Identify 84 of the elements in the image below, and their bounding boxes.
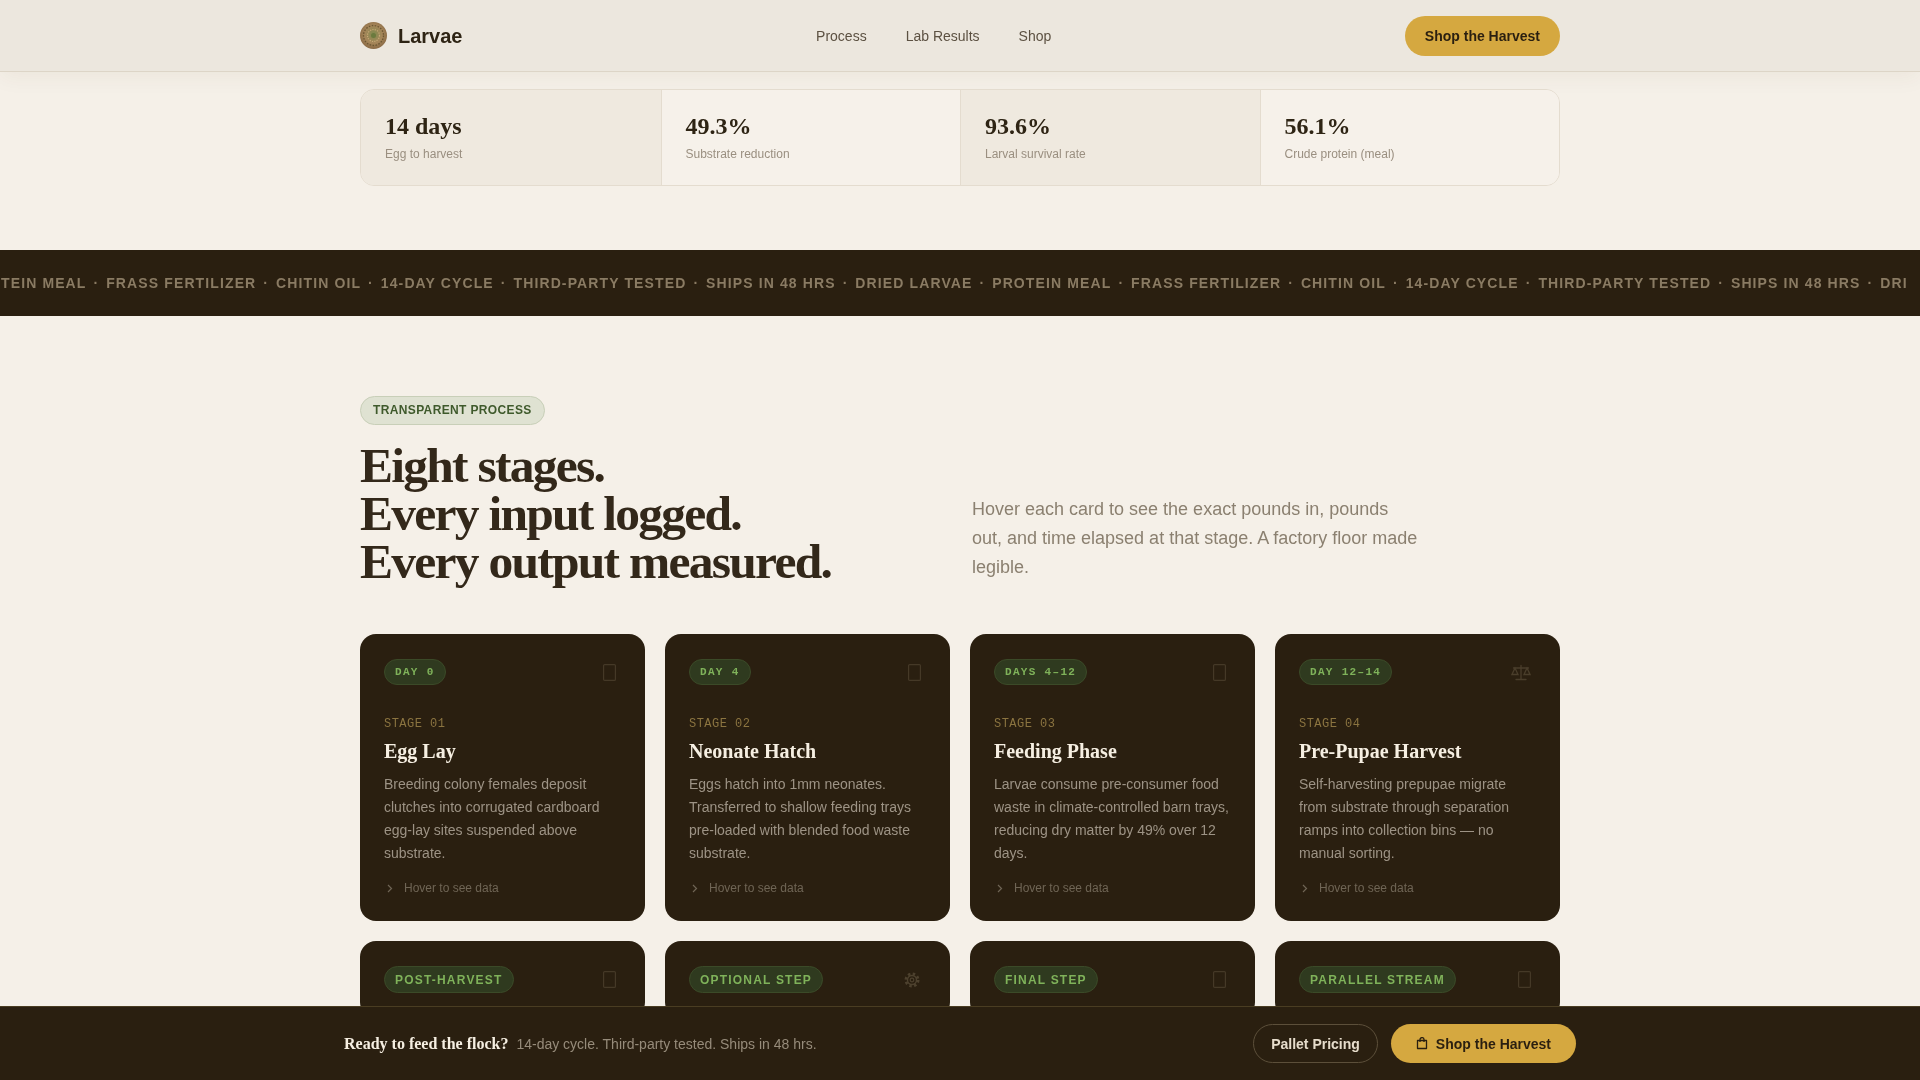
ticker-item: DRIED LARVAE: [855, 275, 973, 291]
gear-icon: [903, 970, 921, 989]
nav-link[interactable]: Lab Results: [905, 28, 980, 43]
ticker-separator: ·: [1288, 275, 1293, 291]
stat-label: Crude protein (meal): [1284, 147, 1396, 162]
stage-description: Self-harvesting prepupae migrate from substrate through separation ramps into collection bins — no manual sorting.: [1299, 775, 1511, 863]
stage-title: Feeding Phase: [994, 739, 1118, 763]
stage-description: Breeding colony females deposit clutches into corrugated cardboard egg-lay sites suspended above substrate.: [384, 775, 601, 863]
nav-link[interactable]: Shop: [1018, 28, 1052, 43]
stage-number: STAGE 04: [1299, 717, 1362, 732]
hover-hint: Hover to see data: [404, 881, 499, 896]
shop-button[interactable]: Shop the Harvest: [1404, 15, 1560, 56]
stage-tag: DAYS 4–12: [994, 659, 1088, 685]
brand-name[interactable]: Larvae: [398, 25, 463, 46]
ticker-item: SHIPS IN 48 HRS: [1730, 275, 1861, 291]
logo-icon: [360, 22, 387, 49]
ticker-separator: ·: [693, 275, 699, 291]
ticker-item: TEIN MEAL: [1, 275, 87, 291]
stage-tag: DAY 4: [689, 659, 751, 685]
ticker-separator: ·: [500, 275, 506, 291]
shopping-bag-icon: [1415, 1037, 1428, 1050]
cta-text: 14-day cycle. Third-party tested. Ships in 48 hrs.: [516, 1034, 817, 1054]
stage-title: Pre-Pupae Harvest: [1299, 739, 1463, 763]
ticker-item: 14-DAY CYCLE: [380, 275, 494, 291]
ticker-separator: ·: [1718, 275, 1723, 291]
cta-title: Ready to feed the flock?: [344, 1033, 509, 1055]
ticker-item: CHITIN OIL: [1300, 275, 1386, 291]
stat-label: Egg to harvest: [385, 147, 464, 162]
stage-tag: FINAL STEP: [994, 966, 1098, 993]
chevron-right-icon: [997, 884, 1003, 893]
ticker-separator: ·: [1867, 275, 1873, 291]
stat-value: 14 days: [385, 112, 463, 141]
stage-number: STAGE 03: [994, 717, 1057, 732]
section-tag: TRANSPARENT PROCESS: [360, 396, 545, 425]
rectangle-outline-icon: [1213, 971, 1226, 988]
stage-description: Eggs hatch into 1mm neonates. Transferred to shallow feeding trays pre-loaded with blended food waste substrate.: [689, 775, 913, 863]
ticker-item: DRI: [1880, 275, 1908, 291]
rectangle-outline-icon: [1518, 971, 1531, 988]
ticker-separator: ·: [979, 275, 985, 291]
chevron-right-icon: [1302, 884, 1308, 893]
ticker-separator: ·: [263, 275, 268, 291]
ticker-separator: ·: [93, 275, 99, 291]
stage-title: Neonate Hatch: [689, 739, 818, 763]
stage-number: STAGE 02: [689, 717, 752, 732]
rectangle-outline-icon: [603, 663, 616, 681]
stage-title: Egg Lay: [384, 739, 457, 763]
ticker-item: FRASS FERTILIZER: [106, 275, 257, 291]
ticker-item: PROTEIN MEAL: [992, 275, 1112, 291]
stage-tag: DAY 0: [384, 659, 446, 685]
ticker-item: FRASS FERTILIZER: [1131, 275, 1282, 291]
rectangle-outline-icon: [908, 663, 921, 681]
stage-number: STAGE 01: [384, 717, 447, 732]
section-intro: Hover each card to see the exact pounds in, pounds out, and time elapsed at that stage. A factory floor made legible.: [972, 498, 1419, 579]
stage-tag: PARALLEL STREAM: [1299, 966, 1456, 993]
chevron-right-icon: [387, 884, 393, 893]
ticker-item: SHIPS IN 48 HRS: [706, 275, 836, 291]
stage-tag: POST-HARVEST: [384, 966, 514, 993]
section-heading: Eight stages.: [360, 442, 605, 490]
stage-tag: DAY 12–14: [1299, 659, 1393, 685]
stat-value: 56.1%: [1284, 112, 1352, 141]
stage-description: Larvae consume pre-consumer food waste in climate-controlled barn trays, reducing dry matter by 49% over 12 days.: [994, 775, 1230, 863]
stat-value: 93.6%: [985, 112, 1052, 141]
ticker-item: 14-DAY CYCLE: [1405, 275, 1519, 291]
stat-label: Substrate reduction: [685, 147, 791, 162]
ticker-separator: ·: [842, 275, 848, 291]
shop-button[interactable]: Shop the Harvest: [1390, 1024, 1576, 1063]
hover-hint: Hover to see data: [1014, 881, 1109, 896]
ticker-separator: ·: [368, 275, 373, 291]
chevron-right-icon: [692, 884, 698, 893]
stage-tag: OPTIONAL STEP: [689, 966, 824, 993]
hover-hint: Hover to see data: [709, 881, 804, 896]
ticker-item: THIRD-PARTY TESTED: [1538, 275, 1712, 291]
ticker-separator: ·: [1525, 275, 1531, 291]
ticker-item: THIRD-PARTY TESTED: [513, 275, 687, 291]
ticker-separator: ·: [1118, 275, 1124, 291]
balance-scale-icon: [1511, 663, 1531, 681]
rectangle-outline-icon: [603, 971, 616, 988]
ticker-item: CHITIN OIL: [276, 275, 362, 291]
stat-label: Larval survival rate: [985, 147, 1087, 162]
rectangle-outline-icon: [1213, 663, 1226, 681]
ticker-separator: ·: [1393, 275, 1398, 291]
stat-value: 49.3%: [685, 112, 753, 141]
nav-link[interactable]: Process: [816, 28, 867, 43]
hover-hint: Hover to see data: [1319, 881, 1414, 896]
